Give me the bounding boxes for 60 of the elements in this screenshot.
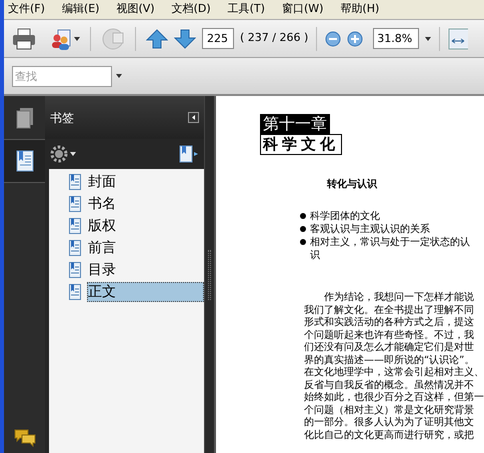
fit-width-icon[interactable] [448,26,468,50]
bookmark-icon [69,240,81,256]
options-gear-icon[interactable] [50,145,76,163]
bullet-icon [300,213,306,219]
bookmark-item[interactable]: 封面 [87,172,204,192]
text-line: 形式和实践活动的各种方式之后，提这 [304,317,475,330]
menu-item[interactable]: 工具(T) [228,1,265,18]
pages-icon[interactable] [16,106,34,128]
menu-item[interactable]: 帮助(H) [340,1,380,18]
bookmark-item[interactable]: 书名 [87,194,204,214]
menu-item[interactable]: 编辑(E) [62,1,100,18]
bullet-icon [300,239,306,245]
text-line: 化比自己的文化更高而进行研究，或把 [304,430,475,442]
zoom-out-icon[interactable] [325,30,342,46]
text-line: 们还没有问及怎么才能确定它们是对世 [304,342,475,354]
menu-item[interactable]: 文档(D) [172,1,211,18]
zoom-in-icon[interactable] [347,30,364,46]
text-line: 界的真实描述——即所说的“认识论”。 [304,354,476,366]
text-line: 我们了解文化。在全书提出了理解不同 [304,304,475,316]
bullet-text: 相对主义，常识与处于一定状态的认识 [310,236,470,262]
zoom-field[interactable]: 31.8% [373,28,420,49]
bullet-icon [300,226,306,232]
caret-icon[interactable] [425,36,432,40]
collapse-icon[interactable] [188,112,200,123]
bookmark-item[interactable]: 正文 [87,282,204,302]
menu-item[interactable]: 视图(V) [116,1,155,18]
arrow-up-icon[interactable] [146,28,168,50]
print-icon[interactable] [12,28,36,50]
menu-item[interactable]: 文件(F) [8,1,45,18]
text-line: 在文化地理学中，这常会引起相对主义、 [304,367,484,380]
bookmark-jump-icon[interactable] [179,145,200,163]
bookmark-panel-icon[interactable] [16,150,34,172]
search-field[interactable]: 查找 [12,66,112,86]
bookmark-item[interactable]: 版权 [87,216,204,236]
page-number-field[interactable]: 225 [202,28,234,49]
bullet-text: 科学团体的文化 [310,210,381,223]
panel-title: 书签 [50,110,74,126]
comment-icon[interactable] [14,429,36,447]
section-title: 转化与认识 [327,178,377,192]
menu-item[interactable]: 窗口(W) [282,1,324,18]
text-line: 个问题听起来也许有些奇怪。不过，我 [304,330,475,342]
bookmark-icon [69,196,81,212]
bookmark-item[interactable]: 目录 [87,260,204,280]
text-line: 的一部分。很多人认为为了证明其他文 [304,417,475,430]
share-people-icon[interactable] [50,28,80,50]
caret-icon[interactable] [116,74,122,78]
bookmark-icon [69,218,81,234]
text-line: 作为结论，我想问一下怎样才能说 [323,292,475,304]
bookmark-icon [69,284,81,300]
bookmark-icon [69,262,81,278]
page-count: ( 237 / 266 ) [240,30,308,46]
chapter-title: 科学文化 [260,134,342,155]
text-line: 个问题（相对主义）常是文化研究背景 [304,404,475,416]
bookmark-icon [69,174,81,190]
bullet-text: 客观认识与主观认识的关系 [310,223,431,236]
bookmark-item[interactable]: 前言 [87,238,204,258]
chapter-number: 第十一章 [260,114,330,134]
text-line: 反省与自我反省的概念。虽然情况并不 [304,380,475,392]
text-line: 始终如此，也很少百分之百这样，但第一 [304,392,484,404]
arrow-down-icon[interactable] [174,28,196,50]
